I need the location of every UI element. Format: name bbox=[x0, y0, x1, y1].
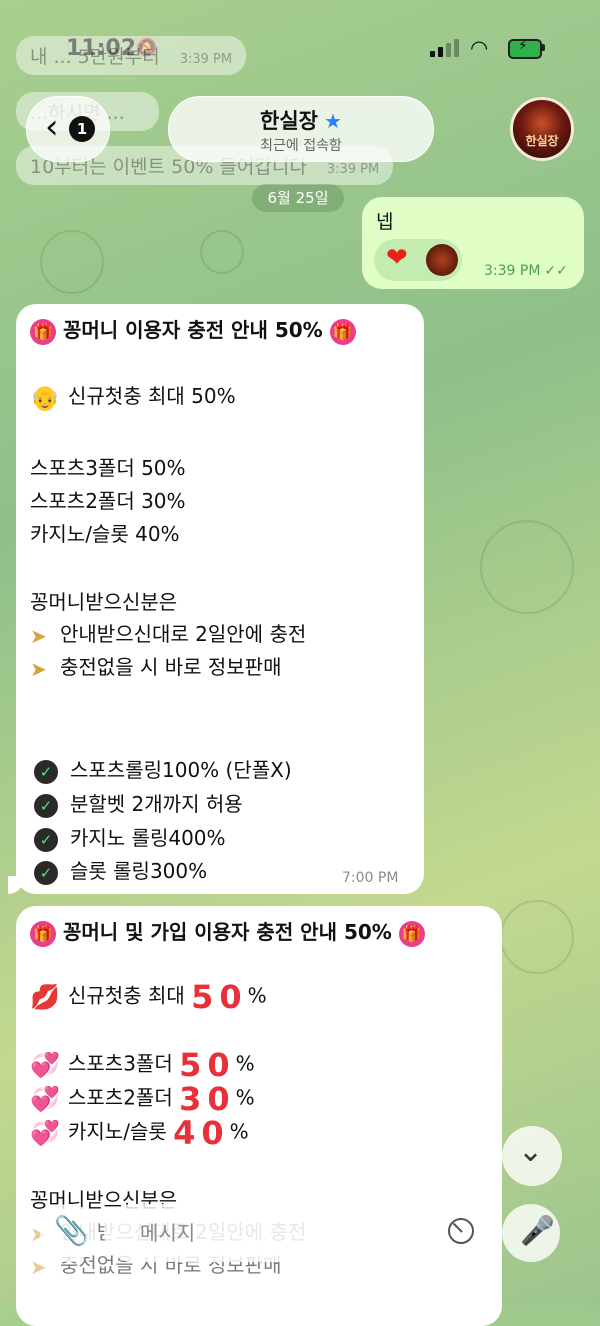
message-text: 넵 bbox=[376, 211, 394, 233]
avatar[interactable]: 한실장 bbox=[510, 97, 574, 161]
microphone-icon: 🎤 bbox=[520, 1214, 555, 1247]
check-icon: ✓ bbox=[34, 860, 58, 885]
background-doodle bbox=[40, 230, 104, 294]
chevron-left-icon: ‹ bbox=[45, 107, 59, 147]
star-icon: ★ bbox=[324, 109, 342, 133]
incoming-message[interactable]: 🎁 꽁머니 및 가입 이용자 충전 안내 50% 🎁 💋 신규첫충 최대 50% … bbox=[16, 906, 502, 1326]
paper-plane-icon: ➤ bbox=[30, 656, 47, 681]
reactor-avatar bbox=[426, 244, 458, 276]
message-line: ✓ 카지노 롤링400% bbox=[34, 822, 226, 852]
wifi-icon: ◠ bbox=[470, 36, 489, 60]
chevron-down-icon: ⌄ bbox=[518, 1134, 544, 1169]
highlight-number: 30 bbox=[179, 1080, 236, 1118]
message-line: 💋 신규첫충 최대 50% bbox=[30, 978, 267, 1016]
message-line: ➤ 충전없을 시 바로 정보판매 bbox=[30, 655, 282, 681]
message-title: 🎁 꽁머니 이용자 충전 안내 50% 🎁 bbox=[30, 314, 356, 345]
avatar-logo-text: 한실장 bbox=[525, 134, 559, 148]
battery-icon: ⚡ bbox=[508, 38, 542, 59]
grandpa-icon: 👴 bbox=[30, 383, 60, 412]
gift-icon: 🎁 bbox=[30, 318, 56, 345]
message-line: 스포츠2폴더 30% bbox=[30, 489, 186, 513]
unread-count-badge: 1 bbox=[69, 116, 95, 142]
ghost-message: 내 ... 5만원부터 3:39 PM bbox=[16, 36, 247, 75]
gift-icon: 🎁 bbox=[30, 920, 56, 947]
chat-title-pill[interactable]: 한실장 ★ 최근에 접속함 bbox=[168, 96, 434, 162]
message-line: ✓ 스포츠롤링100% (단폴X) bbox=[34, 754, 292, 784]
message-line: 카지노/슬롯 40% bbox=[30, 522, 180, 546]
message-line: 👴 신규첫충 최대 50% bbox=[30, 383, 236, 412]
battery-tip bbox=[542, 44, 545, 51]
message-line: 💞 스포츠2폴더 30% bbox=[30, 1080, 255, 1118]
back-button[interactable]: ‹ 1 bbox=[26, 96, 110, 162]
message-title: 🎁 꽁머니 및 가입 이용자 충전 안내 50% 🎁 bbox=[30, 916, 425, 947]
message-line: ➤안내받으신대로 2일안에 충전 bbox=[30, 622, 307, 648]
check-icon: ✓ bbox=[34, 793, 58, 818]
hearts-icon: 💞 bbox=[30, 1085, 60, 1113]
chat-status: 최근에 접속함 bbox=[260, 138, 342, 154]
gift-icon: 🎁 bbox=[398, 920, 425, 947]
background-doodle bbox=[200, 230, 244, 274]
outgoing-message[interactable]: 넵 ❤ 3:39 PM ✓✓ bbox=[362, 197, 584, 289]
heart-icon: ❤ bbox=[386, 243, 408, 273]
reaction-pill[interactable]: ❤ bbox=[374, 239, 462, 281]
scroll-down-button[interactable]: ⌄ bbox=[502, 1126, 562, 1186]
message-time: 3:39 PM ✓✓ bbox=[484, 263, 568, 279]
highlight-number: 50 bbox=[179, 1046, 236, 1084]
highlight-number: 50 bbox=[191, 978, 248, 1016]
message-input[interactable] bbox=[104, 1204, 492, 1262]
gift-icon: 🎁 bbox=[329, 318, 356, 345]
check-icon: ✓ bbox=[34, 759, 58, 784]
attach-button[interactable]: 📎 bbox=[40, 1204, 98, 1262]
background-doodle bbox=[500, 900, 574, 974]
paperclip-icon: 📎 bbox=[54, 1214, 89, 1247]
check-icon: ✓ bbox=[34, 827, 58, 852]
lips-icon: 💋 bbox=[30, 983, 60, 1011]
message-line: ✓ 슬롯 롤링300% bbox=[34, 855, 207, 885]
chat-title: 한실장 ★ bbox=[260, 109, 342, 133]
date-separator: 6월 25일 bbox=[252, 184, 344, 212]
hearts-icon: 💞 bbox=[30, 1119, 60, 1147]
message-line: 스포츠3폴더 50% bbox=[30, 456, 186, 480]
highlight-number: 40 bbox=[173, 1114, 230, 1152]
message-line: ✓ 분할벳 2개까지 허용 bbox=[34, 788, 243, 818]
paper-plane-icon: ➤ bbox=[30, 623, 47, 648]
double-check-icon: ✓✓ bbox=[544, 263, 568, 279]
sticker-icon[interactable] bbox=[448, 1218, 474, 1244]
microphone-button[interactable]: 🎤 bbox=[502, 1204, 560, 1262]
hearts-icon: 💞 bbox=[30, 1051, 60, 1079]
message-line: 💞 스포츠3폴더 50% bbox=[30, 1046, 255, 1084]
incoming-message[interactable]: 🎁 꽁머니 이용자 충전 안내 50% 🎁 👴 신규첫충 최대 50% 스포츠3폴… bbox=[16, 304, 424, 894]
message-line: 꽁머니받으신분은 bbox=[30, 590, 178, 614]
background-doodle bbox=[480, 520, 574, 614]
signal-icon bbox=[430, 39, 460, 57]
message-line: 💞 카지노/슬롯 40% bbox=[30, 1114, 249, 1152]
message-time: 7:00 PM bbox=[342, 870, 399, 886]
